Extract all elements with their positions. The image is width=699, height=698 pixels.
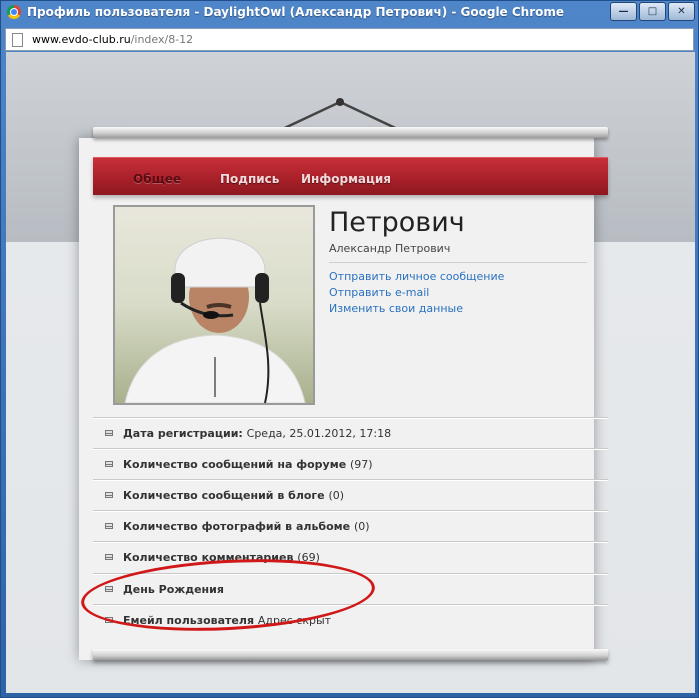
stat-value: (0) xyxy=(328,489,345,502)
title-bar: Профиль пользователя - DaylightOwl (Алек… xyxy=(1,1,698,24)
envelope-icon xyxy=(105,523,113,529)
stat-value: Среда, 25.01.2012, 17:18 xyxy=(246,427,392,440)
envelope-icon xyxy=(105,461,113,467)
stat-label: Дата регистрации: xyxy=(123,427,243,440)
maximize-button[interactable]: □ xyxy=(639,2,666,21)
avatar-photo xyxy=(115,207,313,403)
send-message-link[interactable]: Отправить личное сообщение xyxy=(329,270,504,283)
minimize-button[interactable]: — xyxy=(610,2,637,21)
edit-profile-link[interactable]: Изменить свои данные xyxy=(329,302,463,315)
close-button[interactable]: ✕ xyxy=(668,2,695,21)
url-text[interactable]: www.evdo-club.ru/index/8-12 xyxy=(32,33,193,46)
page-icon xyxy=(12,33,23,47)
profile-nav: Общее Подпись Информация xyxy=(93,157,608,195)
url-path: /index/8-12 xyxy=(130,33,194,46)
address-bar[interactable]: www.evdo-club.ru/index/8-12 xyxy=(5,28,694,51)
user-fullname: Александр Петрович xyxy=(329,242,451,255)
send-email-link[interactable]: Отправить e-mail xyxy=(329,286,429,299)
window-controls: — □ ✕ xyxy=(610,2,695,21)
stat-row-blog-posts: Количество сообщений в блоге (0) xyxy=(93,479,608,511)
stat-label-wrap: Количество сообщений на форуме (97) xyxy=(123,458,373,471)
browser-window: Профиль пользователя - DaylightOwl (Алек… xyxy=(0,0,699,698)
stat-row-forum-posts: Количество сообщений на форуме (97) xyxy=(93,448,608,480)
tab-info[interactable]: Информация xyxy=(301,172,391,186)
bottom-rod xyxy=(93,649,608,660)
stat-row-registration: Дата регистрации: Среда, 25.01.2012, 17:… xyxy=(93,417,608,449)
tab-signature[interactable]: Подпись xyxy=(220,172,279,186)
stat-value: (0) xyxy=(353,520,370,533)
page-content: Общее Подпись Информация Петрович Алекса… xyxy=(6,52,695,693)
envelope-icon xyxy=(105,554,113,560)
stat-label-wrap: Дата регистрации: Среда, 25.01.2012, 17:… xyxy=(123,427,391,440)
stat-label: Количество сообщений в блоге xyxy=(123,489,325,502)
stat-label-wrap: Количество фотографий в альбоме (0) xyxy=(123,520,370,533)
user-name: Петрович xyxy=(329,207,465,238)
stat-label: Количество фотографий в альбоме xyxy=(123,520,351,533)
avatar xyxy=(113,205,315,405)
url-domain: www.evdo-club.ru xyxy=(32,33,131,46)
stat-label: Количество сообщений на форуме xyxy=(123,458,347,471)
envelope-icon xyxy=(105,492,113,498)
stat-label-wrap: Количество сообщений в блоге (0) xyxy=(123,489,344,502)
divider xyxy=(329,262,587,263)
stat-value: (97) xyxy=(350,458,373,471)
chrome-icon xyxy=(7,5,21,19)
envelope-icon xyxy=(105,430,113,436)
window-title: Профиль пользователя - DaylightOwl (Алек… xyxy=(27,5,565,19)
top-rod xyxy=(93,127,608,138)
stat-row-photos: Количество фотографий в альбоме (0) xyxy=(93,510,608,542)
tab-general[interactable]: Общее xyxy=(133,172,181,186)
